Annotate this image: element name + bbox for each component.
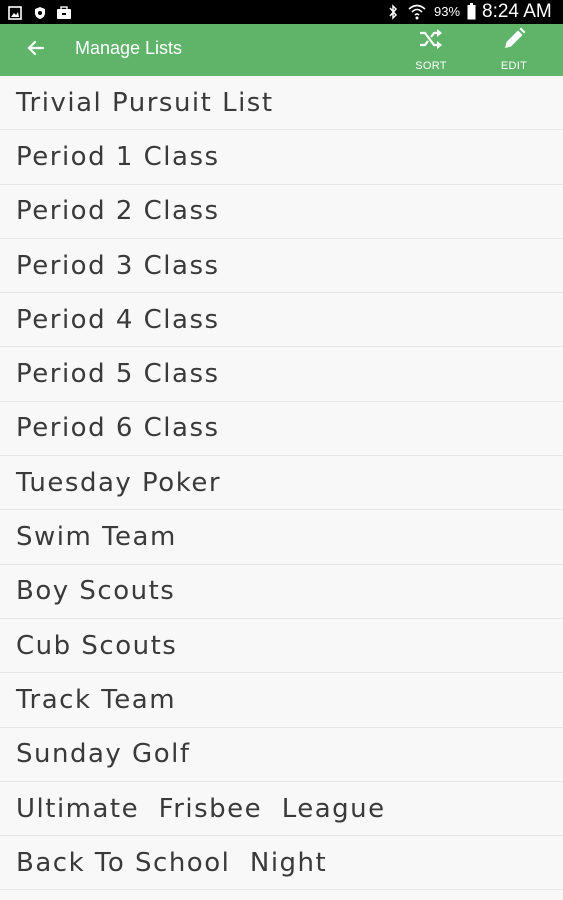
lists-list: Trivial Pursuit List Period 1 Class Peri… [0, 76, 563, 891]
sort-label: SORT [415, 60, 447, 72]
gallery-icon [8, 5, 22, 24]
list-item[interactable]: Period 1 Class [0, 130, 563, 185]
list-item[interactable]: Swim Team [0, 510, 563, 565]
status-bar: 93% 8:24 AM [0, 0, 563, 24]
list-item[interactable]: Period 6 Class [0, 402, 563, 457]
back-button[interactable] [18, 32, 54, 68]
wifi-icon [408, 4, 426, 24]
pencil-icon [501, 26, 527, 56]
list-item[interactable]: Track Team [0, 673, 563, 728]
app-bar: Manage Lists SORT EDIT [0, 24, 563, 76]
edit-label: EDIT [500, 60, 528, 72]
list-item[interactable]: Period 5 Class [0, 347, 563, 402]
list-item[interactable]: Tuesday Poker [0, 456, 563, 511]
list-item[interactable]: Period 4 Class [0, 293, 563, 348]
shuffle-icon [417, 26, 445, 56]
sort-button[interactable]: SORT [401, 26, 461, 74]
list-item[interactable]: Ultimate Frisbee League [0, 782, 563, 837]
briefcase-icon [56, 5, 72, 24]
edit-button[interactable]: EDIT [484, 26, 544, 74]
battery-percent: 93% [434, 4, 461, 19]
list-item[interactable]: Sunday Golf [0, 728, 563, 782]
clock: 8:24 AM [482, 1, 552, 22]
list-item[interactable]: Cub Scouts [0, 619, 563, 674]
list-item[interactable]: Boy Scouts [0, 565, 563, 619]
shield-icon [34, 5, 46, 24]
bluetooth-icon [388, 4, 398, 24]
list-item[interactable]: Period 2 Class [0, 185, 563, 239]
list-item[interactable]: Back To School Night [0, 836, 563, 891]
battery-icon [467, 3, 476, 24]
arrow-left-icon [27, 39, 45, 61]
list-item[interactable]: Period 3 Class [0, 239, 563, 294]
list-item[interactable]: Trivial Pursuit List [0, 76, 563, 131]
page-title: Manage Lists [75, 38, 183, 58]
